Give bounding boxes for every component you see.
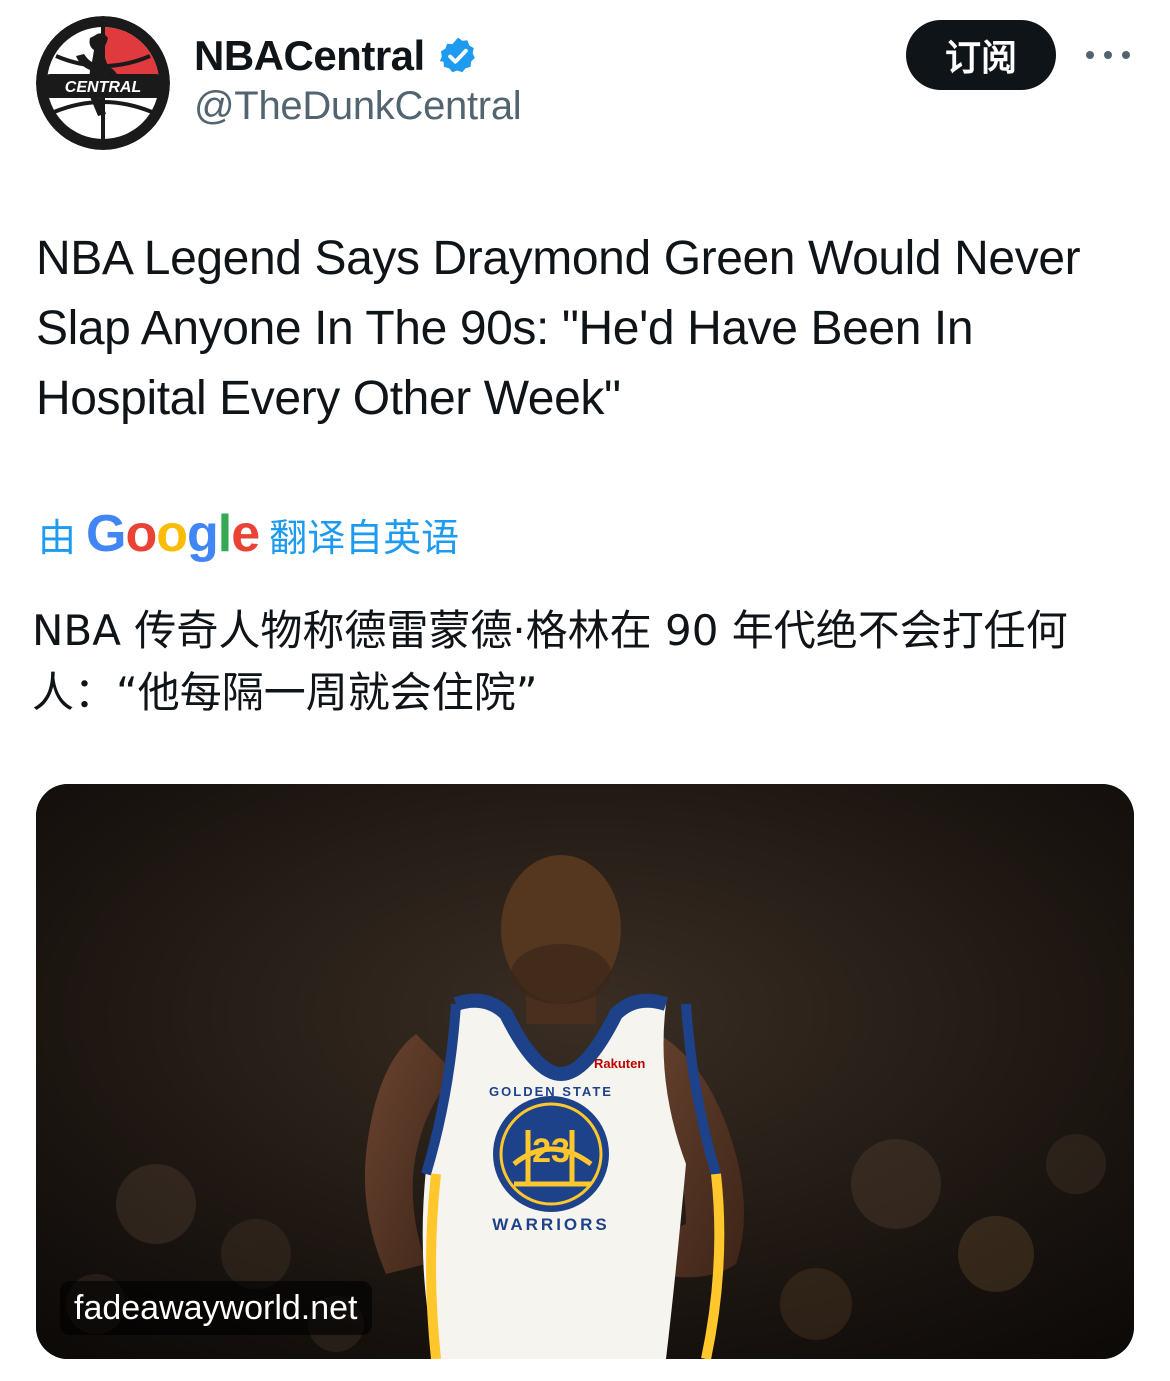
nba-central-logo-icon: CENTRAL bbox=[36, 16, 170, 150]
jersey-sponsor: Rakuten bbox=[594, 1056, 645, 1071]
more-icon[interactable] bbox=[1086, 44, 1130, 66]
translation-suffix: 翻译自英语 bbox=[269, 515, 460, 560]
google-logo-icon: Google bbox=[86, 505, 260, 563]
author-handle[interactable]: @TheDunkCentral bbox=[194, 84, 522, 129]
media-image[interactable]: Rakuten 23 GOLDEN STATE WARRIORS bbox=[36, 784, 1134, 1359]
jersey-number: 23 bbox=[532, 1132, 570, 1170]
author-name-row[interactable]: NBACentral bbox=[194, 30, 479, 82]
translation-attribution[interactable]: 由 Google 翻译自英语 bbox=[38, 504, 459, 564]
subscribe-button[interactable]: 订阅 bbox=[906, 20, 1056, 90]
more-dot bbox=[1104, 51, 1112, 59]
avatar-text: CENTRAL bbox=[65, 79, 141, 96]
avatar[interactable]: CENTRAL bbox=[36, 16, 170, 150]
player-photo: Rakuten 23 GOLDEN STATE WARRIORS bbox=[36, 784, 1134, 1359]
jersey-arc-top: GOLDEN STATE bbox=[489, 1084, 613, 1099]
jersey-arc-bottom: WARRIORS bbox=[492, 1215, 610, 1234]
more-dot bbox=[1122, 51, 1130, 59]
more-dot bbox=[1086, 51, 1094, 59]
translation-prefix: 由 bbox=[38, 515, 77, 560]
verified-badge-icon bbox=[437, 35, 479, 77]
translated-text: NBA 传奇人物称德雷蒙德·格林在 90 年代绝不会打任何人：“他每隔一周就会住… bbox=[32, 606, 1068, 717]
media-source-badge[interactable]: fadeawayworld.net bbox=[60, 1281, 372, 1335]
tweet-text: NBA Legend Says Draymond Green Would Nev… bbox=[36, 232, 1081, 425]
display-name[interactable]: NBACentral bbox=[194, 32, 425, 80]
